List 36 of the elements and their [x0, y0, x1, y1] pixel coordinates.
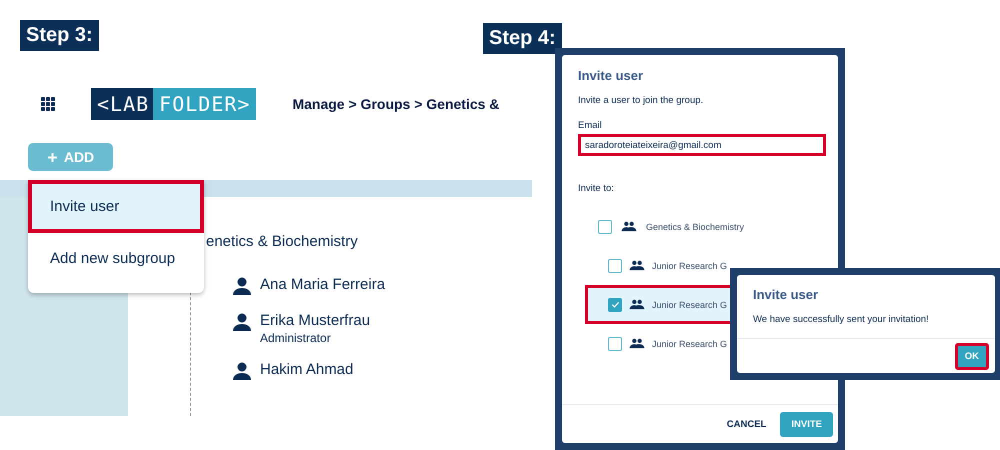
group-option[interactable]: Junior Research G — [578, 246, 838, 285]
logo: <LAB FOLDER> — [91, 88, 256, 120]
checkbox[interactable] — [608, 298, 622, 312]
person-icon — [232, 276, 252, 296]
email-field[interactable]: saradoroteiateixeira@gmail.com — [578, 134, 826, 156]
dialog-message: We have successfully sent your invitation! — [753, 314, 930, 325]
email-label: Email — [578, 120, 603, 131]
check-icon — [610, 299, 620, 310]
member-name: Erika Musterfrau — [260, 312, 370, 329]
group-option[interactable]: Junior Research G — [578, 324, 838, 363]
apps-grid-icon[interactable] — [40, 96, 56, 112]
checkbox[interactable] — [608, 258, 622, 272]
dialog-title: Invite user — [578, 68, 644, 83]
person-icon — [232, 361, 252, 381]
dialog-description: Invite a user to join the group. — [578, 95, 704, 106]
group-icon — [629, 299, 645, 310]
step-label: Step 4: — [483, 23, 562, 54]
member-name: Hakim Ahmad — [260, 361, 354, 378]
member-name: Ana Maria Ferreira — [260, 276, 386, 293]
member-role: Administrator — [260, 331, 332, 345]
group-option[interactable]: Genetics & Biochemistry — [578, 207, 838, 246]
group-icon — [629, 260, 645, 271]
group-title: enetics & Biochemistry — [205, 233, 359, 250]
person-icon — [232, 312, 252, 332]
menu-item[interactable]: Invite user — [28, 180, 204, 233]
group-icon — [629, 338, 645, 349]
checkbox[interactable] — [598, 220, 612, 234]
plus-icon — [46, 152, 58, 162]
invite-to-label: Invite to: — [578, 183, 615, 194]
cancel-button[interactable]: CANCEL — [720, 414, 772, 434]
step-label: Step 3: — [20, 20, 99, 51]
breadcrumb: Manage > Groups > Genetics & — [292, 96, 500, 112]
group-icon — [621, 221, 637, 232]
dialog-title: Invite user — [753, 287, 820, 302]
menu-item[interactable]: Add new subgroup — [28, 233, 204, 283]
checkbox[interactable] — [608, 336, 622, 350]
